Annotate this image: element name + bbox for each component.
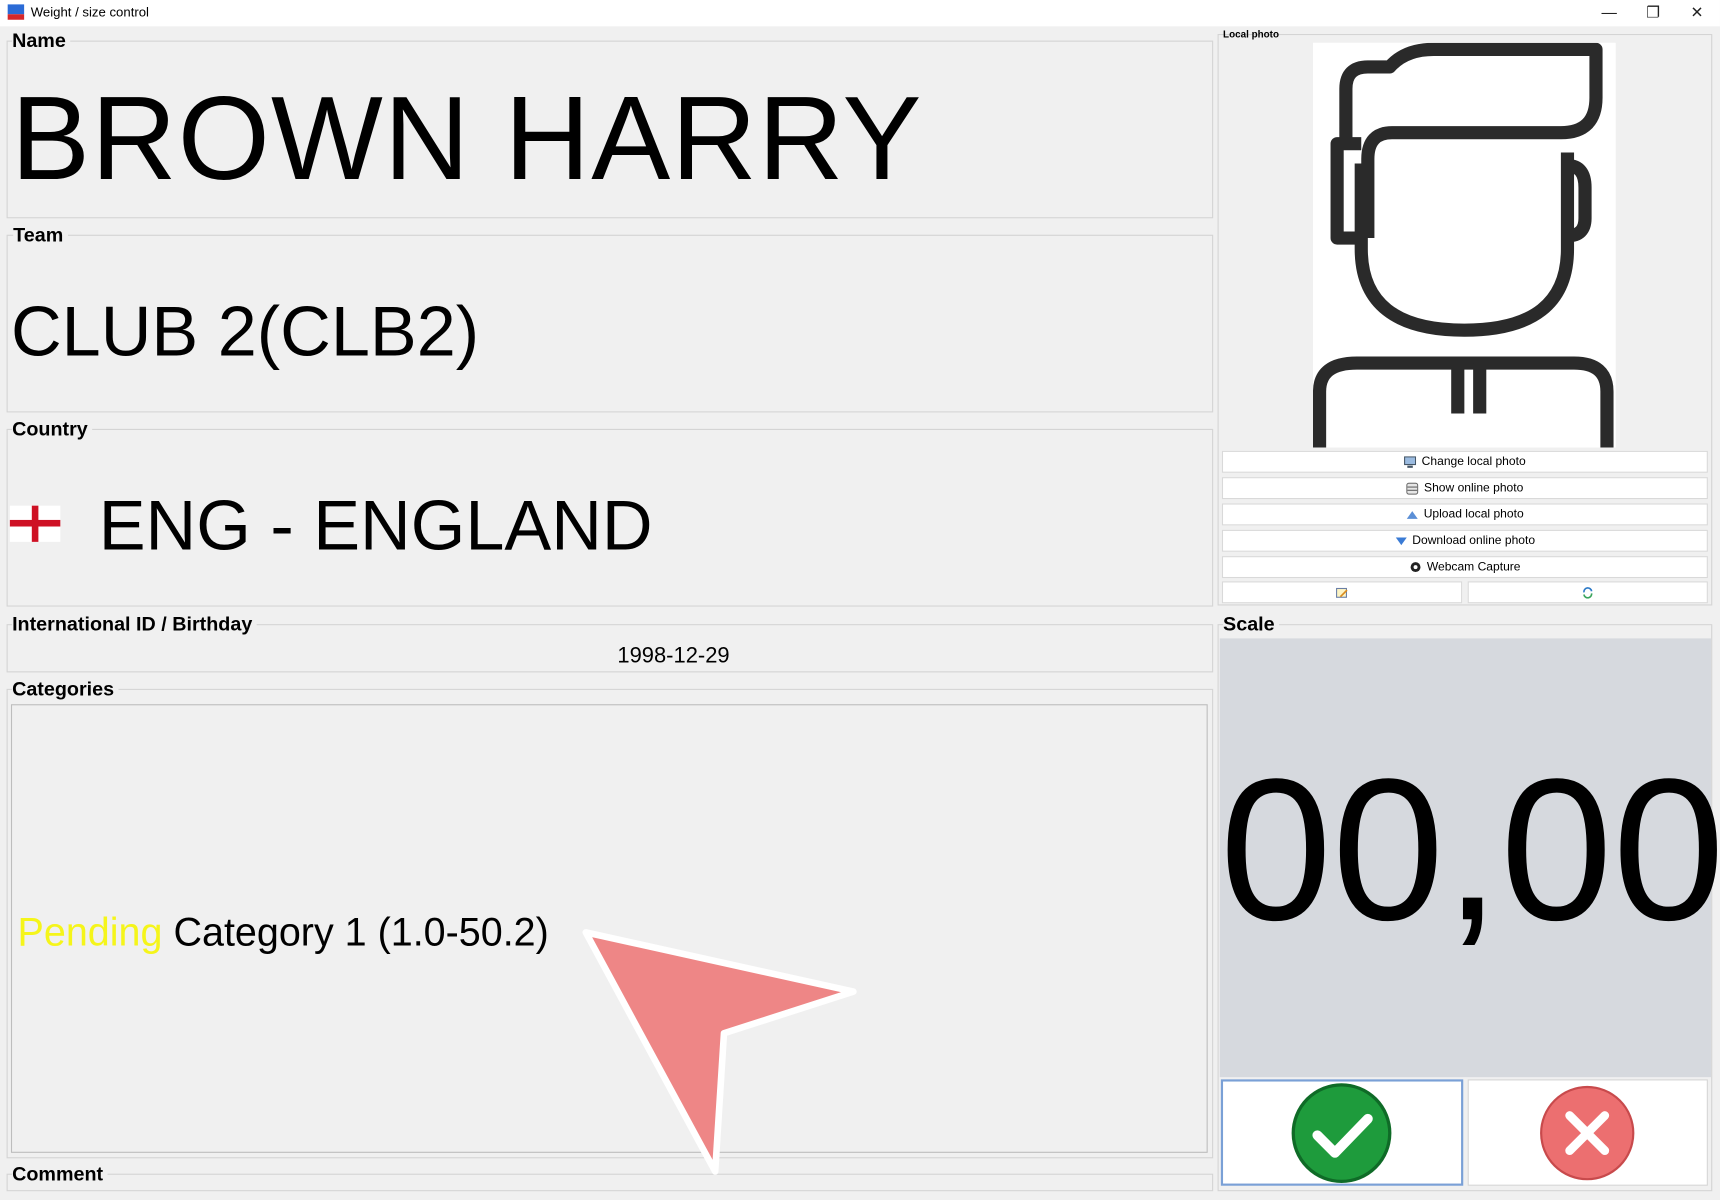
list-item[interactable]: Pending Category 1 (1.0-50.2) — [18, 909, 549, 955]
edit-note-button[interactable] — [1221, 581, 1463, 604]
id-birthday-label: International ID / Birthday — [12, 613, 257, 637]
upload-local-photo-button[interactable]: Upload local photo — [1221, 503, 1708, 526]
upload-local-photo-label: Upload local photo — [1423, 507, 1524, 522]
scale-display: 00,00 — [1219, 638, 1720, 1078]
restore-button[interactable]: ❐ — [1631, 0, 1675, 26]
refresh-button[interactable] — [1467, 581, 1708, 604]
show-online-photo-button[interactable]: Show online photo — [1221, 477, 1708, 500]
team-label: Team — [13, 223, 68, 247]
database-icon — [1406, 482, 1419, 495]
confirm-button[interactable] — [1220, 1079, 1464, 1186]
country-label: Country — [12, 417, 93, 441]
check-icon — [1291, 1083, 1392, 1184]
categories-label: Categories — [12, 677, 119, 701]
scale-label: Scale — [1223, 613, 1280, 637]
webcam-capture-label: Webcam Capture — [1426, 560, 1521, 574]
refresh-icon — [1582, 586, 1594, 599]
cancel-button[interactable] — [1467, 1079, 1708, 1186]
avatar — [1312, 42, 1616, 448]
country-value: ENG - ENGLAND — [98, 485, 653, 565]
minimize-button[interactable]: — — [1587, 0, 1631, 26]
athlete-name: BROWN HARRY — [10, 71, 923, 205]
download-online-photo-label: Download online photo — [1412, 534, 1536, 548]
name-label: Name — [12, 29, 71, 53]
download-online-photo-button[interactable]: Download online photo — [1221, 529, 1708, 552]
weight-readout: 00,00 — [1219, 736, 1720, 962]
status-badge: Pending — [17, 909, 163, 955]
comment-label: Comment — [12, 1162, 108, 1186]
app-icon — [7, 4, 25, 20]
change-local-photo-button[interactable]: Change local photo — [1221, 450, 1708, 473]
close-window-button[interactable]: ✕ — [1675, 0, 1719, 26]
title-bar: Weight / size control — ❐ ✕ — [0, 0, 1720, 27]
close-x-icon — [1540, 1085, 1635, 1181]
edit-note-icon — [1336, 586, 1348, 598]
local-photo-label: Local photo — [1223, 28, 1279, 40]
webcam-capture-button[interactable]: Webcam Capture — [1221, 556, 1708, 579]
weight-control-window: Weight / size control — ❐ ✕ Name BROWN H… — [0, 0, 1720, 1200]
team-value: CLUB 2(CLB2) — [10, 291, 480, 371]
window-title: Weight / size control — [30, 4, 149, 20]
monitor-icon — [1404, 455, 1417, 468]
avatar-placeholder-icon — [1312, 42, 1614, 448]
mouse-pointer-icon — [579, 926, 864, 1184]
change-local-photo-label: Change local photo — [1421, 455, 1526, 469]
show-online-photo-label: Show online photo — [1424, 481, 1524, 495]
england-flag-icon — [9, 505, 61, 542]
birthday-value: 1998-12-29 — [617, 643, 730, 669]
upload-arrow-icon — [1406, 508, 1418, 520]
download-arrow-icon — [1395, 535, 1407, 547]
category-name: Category 1 (1.0-50.2) — [173, 909, 549, 955]
webcam-icon — [1409, 561, 1421, 573]
